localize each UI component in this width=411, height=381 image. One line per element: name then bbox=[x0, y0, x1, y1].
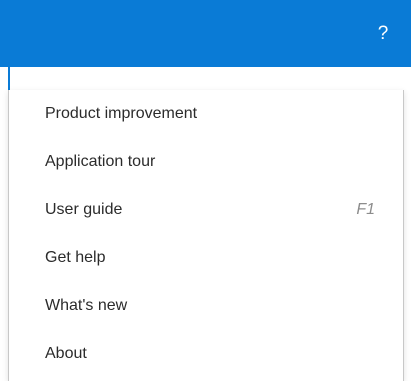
menu-item-get-help[interactable]: Get help bbox=[9, 234, 403, 282]
menu-item-whats-new[interactable]: What's new bbox=[9, 282, 403, 330]
menu-item-label: What's new bbox=[45, 297, 128, 314]
menu-item-product-improvement[interactable]: Product improvement bbox=[9, 90, 403, 138]
menu-accent-bar bbox=[8, 67, 10, 90]
menu-item-user-guide[interactable]: User guide F1 bbox=[9, 186, 403, 234]
menu-item-application-tour[interactable]: Application tour bbox=[9, 138, 403, 186]
help-dropdown-menu: Product improvement Application tour Use… bbox=[8, 90, 404, 381]
help-button[interactable]: ? bbox=[355, 0, 411, 67]
menu-item-label: User guide bbox=[45, 201, 123, 218]
menu-item-shortcut: F1 bbox=[356, 201, 375, 218]
top-bar: ? bbox=[0, 0, 411, 67]
menu-item-label: Get help bbox=[45, 249, 106, 266]
help-icon: ? bbox=[377, 23, 389, 44]
menu-item-label: Product improvement bbox=[45, 105, 198, 122]
menu-item-about[interactable]: About bbox=[9, 330, 403, 378]
menu-item-label: About bbox=[45, 345, 87, 362]
help-menu-page: ? Product improvement Application tour U… bbox=[0, 0, 411, 381]
menu-item-label: Application tour bbox=[45, 153, 156, 170]
